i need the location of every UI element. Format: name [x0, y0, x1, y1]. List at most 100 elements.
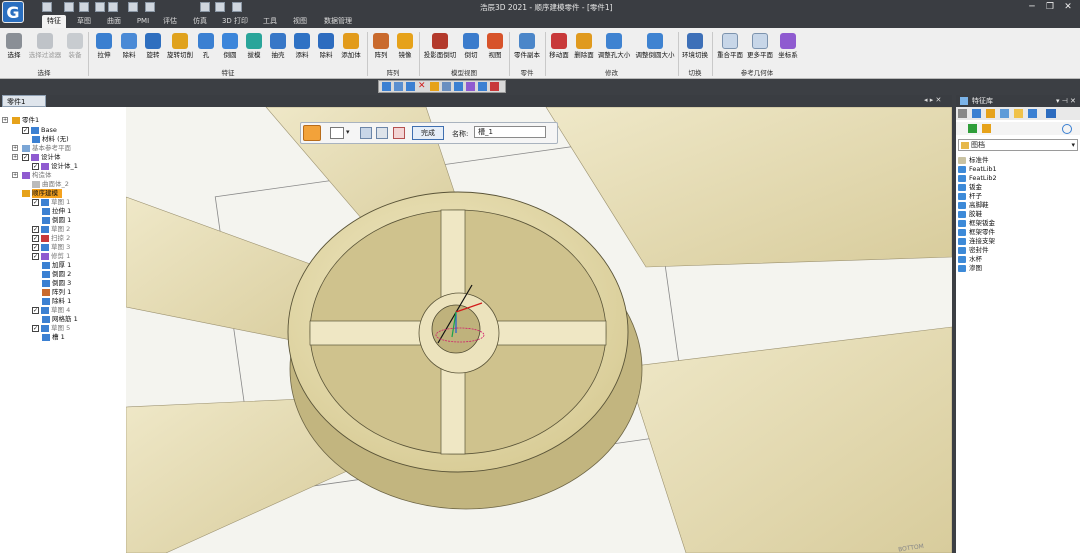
tree-item[interactable]: + ✓ 设计体 — [0, 153, 126, 162]
tab-simulation[interactable]: 仿真 — [188, 15, 212, 28]
quick-tool-icon[interactable] — [406, 82, 415, 91]
tree-item[interactable]: ✓ 草图 4 — [0, 306, 126, 315]
quick-tool-icon[interactable] — [466, 82, 475, 91]
revolve-cut-button[interactable]: 旋转切削 — [165, 31, 195, 67]
print-icon[interactable] — [95, 2, 105, 12]
tab-feature[interactable]: 特征 — [42, 15, 66, 28]
mirror-button[interactable]: 镜像 — [394, 31, 416, 67]
cancel-step-icon[interactable] — [393, 127, 405, 139]
minimize-button[interactable]: ─ — [1024, 1, 1040, 13]
revolve-button[interactable]: 旋转 — [141, 31, 165, 67]
visibility-checkbox[interactable]: ✓ — [32, 163, 39, 170]
quick-tool-icon[interactable] — [478, 82, 487, 91]
app-logo-icon[interactable]: G — [2, 1, 24, 23]
library-item[interactable]: 连接支架 — [958, 237, 1076, 246]
library-item[interactable]: FeatLib2 — [958, 174, 1076, 183]
select-button[interactable]: 选择 — [2, 31, 26, 67]
quick-tool-icon[interactable] — [394, 82, 403, 91]
tab-surface[interactable]: 曲面 — [102, 15, 126, 28]
resize-round-button[interactable]: 调整倒圆大小 — [634, 31, 676, 67]
done-button[interactable]: 完成 — [412, 126, 444, 140]
tree-item[interactable]: ✓ 草图 5 — [0, 324, 126, 333]
tab-pmi[interactable]: PMI — [132, 15, 154, 28]
visibility-checkbox[interactable]: ✓ — [32, 235, 39, 242]
coincident-plane-button[interactable]: 重合平面 — [714, 31, 746, 67]
tree-item[interactable]: 除料 1 — [0, 297, 126, 306]
library-tool-icon[interactable] — [986, 109, 995, 118]
tree-item[interactable]: 拉伸 1 — [0, 207, 126, 216]
view-button[interactable]: 视图 — [484, 31, 506, 67]
library-item[interactable]: 高脚鞋 — [958, 201, 1076, 210]
visibility-checkbox[interactable]: ✓ — [32, 325, 39, 332]
tree-item[interactable]: 阵列 1 — [0, 288, 126, 297]
library-tool-icon[interactable] — [972, 109, 981, 118]
library-item[interactable]: 框架零件 — [958, 228, 1076, 237]
sketch-icon[interactable] — [376, 127, 388, 139]
more-planes-button[interactable]: 更多平面 — [746, 31, 774, 67]
quick-tool-icon[interactable] — [430, 82, 439, 91]
add-body-button[interactable]: 添加体 — [338, 31, 364, 67]
tab-view[interactable]: 视图 — [288, 15, 312, 28]
play-icon[interactable] — [232, 2, 242, 12]
tab-sketch[interactable]: 草图 — [72, 15, 96, 28]
library-item[interactable]: 密封件 — [958, 246, 1076, 255]
quick-tool-icon[interactable] — [490, 82, 499, 91]
select-filter-button[interactable]: 选择过滤器 — [26, 31, 64, 67]
tab-nav-arrows[interactable]: ◂ ▸ ✕ — [924, 96, 941, 104]
tree-item[interactable]: 倒圆 3 — [0, 279, 126, 288]
visibility-checkbox[interactable]: ✓ — [22, 127, 29, 134]
resize-hole-button[interactable]: 调整孔大小 — [596, 31, 632, 67]
library-item[interactable]: 杆子 — [958, 192, 1076, 201]
tree-item[interactable]: ✓ 设计体_1 — [0, 162, 126, 171]
tree-item[interactable]: 加厚 1 — [0, 261, 126, 270]
visibility-checkbox[interactable]: ✓ — [32, 253, 39, 260]
tree-item[interactable]: ✓ 草图 2 — [0, 225, 126, 234]
library-item[interactable]: 水杯 — [958, 255, 1076, 264]
tree-item[interactable]: ✓ Base — [0, 126, 126, 135]
visibility-checkbox[interactable]: ✓ — [32, 307, 39, 314]
visibility-checkbox[interactable]: ✓ — [22, 154, 29, 161]
library-view-icon[interactable] — [1046, 109, 1056, 118]
library-item[interactable]: 渗图 — [958, 264, 1076, 273]
quick-tool-icon[interactable] — [382, 82, 391, 91]
library-tool-icon[interactable] — [1014, 109, 1023, 118]
remove-material-button[interactable]: 除料 — [315, 31, 337, 67]
pointer-icon[interactable] — [200, 2, 210, 12]
panel-controls-icon[interactable]: ▾ ⊣ ✕ — [1056, 95, 1076, 107]
save-icon[interactable] — [79, 2, 89, 12]
visibility-checkbox[interactable]: ✓ — [32, 226, 39, 233]
environment-switch-button[interactable]: 环境切换 — [680, 31, 710, 67]
expand-icon[interactable]: + — [12, 154, 18, 160]
tree-item[interactable]: ✓ 修剪 1 — [0, 252, 126, 261]
library-tool-icon[interactable] — [1028, 109, 1037, 118]
hole-button[interactable]: 孔 — [196, 31, 216, 67]
tree-item[interactable]: + 构造体 — [0, 171, 126, 180]
delete-face-button[interactable]: 删除面 — [572, 31, 596, 67]
tree-item[interactable]: ✓ 草图 1 — [0, 198, 126, 207]
projected-cut-button[interactable]: 投影面倒切 — [422, 31, 458, 67]
table-icon[interactable] — [128, 2, 138, 12]
quick-tool-icon[interactable] — [454, 82, 463, 91]
quick-tool-icon[interactable] — [442, 82, 451, 91]
library-tool-icon[interactable] — [1000, 109, 1009, 118]
library-item[interactable]: 标准件 — [958, 156, 1076, 165]
library-item[interactable]: 框架钣金 — [958, 219, 1076, 228]
tree-item[interactable]: + 零件1 — [0, 116, 126, 125]
tab-evaluate[interactable]: 评估 — [158, 15, 182, 28]
3d-viewport[interactable]: BOTTOM — [126, 107, 952, 553]
expand-icon[interactable]: + — [2, 117, 8, 123]
part-copy-button[interactable]: 零件副本 — [511, 31, 543, 67]
open-file-icon[interactable] — [64, 2, 74, 12]
tree-item[interactable]: ✓ 扫掠 2 — [0, 234, 126, 243]
coordinate-system-button[interactable]: 坐标系 — [776, 31, 800, 67]
tree-item[interactable]: 倒圆 1 — [0, 216, 126, 225]
add-material-button[interactable]: 添料 — [291, 31, 313, 67]
tab-tools[interactable]: 工具 — [258, 15, 282, 28]
round-button[interactable]: 倒圆 — [219, 31, 241, 67]
equip-button[interactable]: 装备 — [64, 31, 86, 67]
options-icon[interactable] — [330, 127, 344, 139]
expand-icon[interactable]: + — [12, 145, 18, 151]
name-input[interactable]: 槽_1 — [474, 126, 546, 138]
search-icon[interactable] — [1062, 124, 1072, 134]
cancel-icon[interactable]: ✕ — [418, 82, 427, 91]
